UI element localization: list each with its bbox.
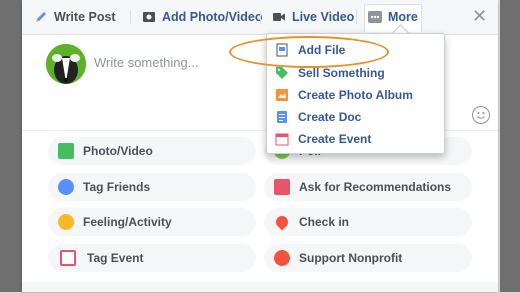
close-icon[interactable]: ✕ <box>472 7 487 25</box>
pencil-icon <box>34 10 48 24</box>
menu-item-label: Create Photo Album <box>298 87 413 102</box>
ask-recommendations-label: Ask for Recommendations <box>299 180 452 194</box>
support-nonprofit-label: Support Nonprofit <box>299 251 403 265</box>
support-nonprofit-button[interactable]: Support Nonprofit <box>264 244 472 272</box>
live-video-label: Live Video <box>292 10 355 24</box>
feeling-activity-label: Feeling/Activity <box>83 215 172 229</box>
menu-item-create-event[interactable]: Create Event <box>267 128 444 149</box>
more-dots-icon <box>368 10 382 24</box>
add-file-highlight-ellipse <box>229 36 389 68</box>
write-post-label: Write Post <box>54 10 116 24</box>
bottom-bar <box>22 282 498 292</box>
avatar <box>46 44 86 84</box>
emoji-icon[interactable] <box>472 106 490 124</box>
video-camera-icon <box>272 10 286 24</box>
ask-recommendations-button[interactable]: Ask for Recommendations <box>264 173 472 201</box>
post-text-input[interactable] <box>94 52 244 72</box>
doc-icon <box>275 110 289 124</box>
tag-friends-icon <box>58 179 74 195</box>
photo-video-button[interactable]: Photo/Video <box>48 137 256 165</box>
calendar-icon <box>275 132 289 146</box>
photo-video-label: Photo/Video <box>83 144 153 158</box>
right-frame <box>500 0 520 292</box>
live-video-tab[interactable]: Live Video <box>272 8 354 26</box>
more-tab[interactable]: More <box>368 8 418 26</box>
tag-friends-button[interactable]: Tag Friends <box>48 173 256 201</box>
menu-item-label: Create Event <box>298 131 372 146</box>
badger-avatar-icon <box>46 44 86 84</box>
location-pin-icon <box>273 213 291 231</box>
post-composer-dialog: Write Post Add Photo/Video Live Video Mo… <box>22 0 498 292</box>
tag-event-button[interactable]: Tag Event <box>48 244 256 272</box>
tag-friends-label: Tag Friends <box>83 180 151 194</box>
heart-icon <box>274 250 290 266</box>
star-icon <box>274 179 290 195</box>
toolbar-divider <box>356 10 357 24</box>
check-in-button[interactable]: Check in <box>264 208 472 236</box>
add-photo-video-label: Add Photo/Video <box>162 10 263 24</box>
tag-icon <box>275 66 289 80</box>
left-frame <box>0 0 22 292</box>
photo-album-icon <box>275 88 289 102</box>
photo-icon <box>58 143 74 159</box>
toolbar-divider <box>260 10 261 24</box>
smiley-icon <box>58 214 74 230</box>
add-photo-video-tab[interactable]: Add Photo/Video <box>142 8 262 26</box>
tag-event-label: Tag Event <box>87 251 144 265</box>
calendar-icon <box>60 250 76 266</box>
menu-item-create-doc[interactable]: Create Doc <box>267 106 444 127</box>
camera-icon <box>142 10 156 24</box>
toolbar-divider <box>130 10 131 24</box>
composer-actions: Photo/Video Poll Tag Friends Ask for Rec… <box>22 130 498 293</box>
more-label: More <box>388 10 418 24</box>
write-post-tab[interactable]: Write Post <box>34 8 116 26</box>
composer-toolbar: Write Post Add Photo/Video Live Video Mo… <box>22 0 498 35</box>
feeling-activity-button[interactable]: Feeling/Activity <box>48 208 256 236</box>
menu-item-label: Create Doc <box>298 109 362 124</box>
check-in-label: Check in <box>299 215 350 229</box>
menu-item-create-photo-album[interactable]: Create Photo Album <box>267 84 444 105</box>
